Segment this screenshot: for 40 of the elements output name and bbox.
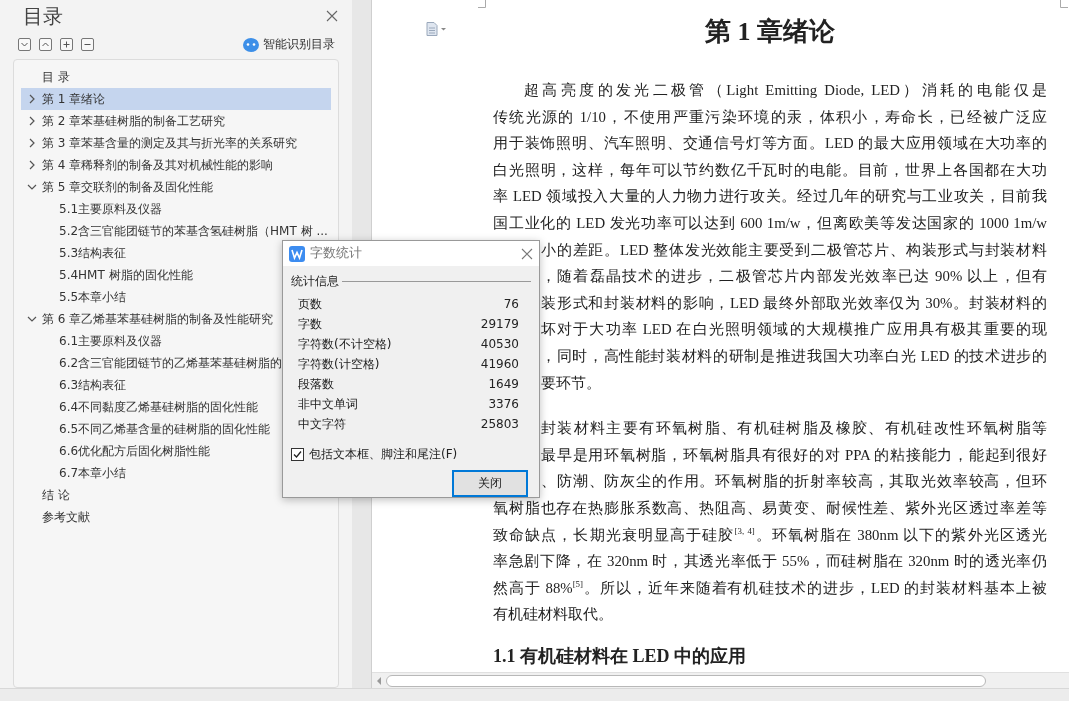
stat-label: 字符数(计空格) [298, 355, 380, 373]
stat-label: 非中文单词 [298, 395, 358, 413]
stat-value: 41960 [480, 357, 519, 371]
text-line: 要环节。 [541, 373, 602, 393]
section-heading: 1.1 有机硅材料在 LED 中的应用 [493, 644, 747, 668]
stat-label: 页数 [298, 295, 322, 313]
stat-value: 1649 [488, 377, 519, 391]
text-line: 传统光源的 1/10，不使用严重污染环境的汞，体积小，寿命长，已经被广泛应 [493, 107, 1047, 127]
text-line: 国工业化的 LED 发光功率可以达到 600 1m/w，但离欧美等发达国家的 1000 1m/w [493, 213, 1047, 233]
text-line: 装形式和封装材料的影响，LED 最终外部取光效率仅为 30%。封装材料的 [541, 293, 1047, 313]
text-line: 超高亮度的发光二极管（Light Emitting Diode, LED）消耗的电能仅是 [523, 81, 1047, 100]
text-line: 小的差距。LED 整体发光效能主要受到二极管芯片、构装形式与封装材料 [541, 240, 1047, 260]
checkbox-label: 包括文本框、脚注和尾注(F) [309, 446, 458, 463]
stat-value: 76 [503, 297, 519, 311]
text-line: 致命缺点，长期光衰明显高于硅胶$^{[3, 4]}$。环氧树脂在 380nm 以下的紫外光区透光 [493, 524, 1047, 545]
stat-label: 中文字符 [298, 415, 346, 433]
text-line: ，随着磊晶技术的进步，二极管芯片内部发光效率已达 90% 以上，但有 [541, 267, 1047, 287]
panel-title: 目录 [23, 2, 63, 30]
text-line: 、防潮、防灰尘的作用。环氧树脂的折射率较高，其取光效率较高，但环 [541, 472, 1047, 492]
text-line: 封装材料主要有环氧树脂、有机硅树脂及橡胶、有机硅改性环氧树脂等 [541, 419, 1047, 439]
text-line: 率急剧下降，在 320nm 时，其透光率低于 55%，而硅树脂在 320nm 时的透光率仍 [493, 552, 1047, 572]
text-line: 有机硅材料取代。 [493, 605, 614, 625]
chapter-title: 第 1 章绪论 [704, 16, 836, 48]
stat-label: 字符数(不计空格) [298, 335, 392, 353]
text-line: 坏对于大功率 LED 在白光照明领域的大规模推广应用具有极其重要的现 [541, 320, 1047, 340]
stat-value: 3376 [488, 397, 519, 411]
stat-value: 29179 [480, 317, 519, 331]
text-line: 最早是用环氧树脂，环氧树脂具有很好的对 PPA 的粘接能力，能起到很好 [541, 445, 1047, 465]
stat-label: 段落数 [298, 375, 334, 393]
stat-label: 字数 [298, 315, 322, 333]
text-line: 用于装饰照明、汽车照明、交通信号灯等方面。LED 的最大应用领域在大功率的 [493, 134, 1047, 154]
text-line: 白光照明，这样，每年可以节约数亿千瓦时的电能。目前，世界上各国都在大功 [493, 160, 1047, 180]
text-line: 氧树脂也存在热膨胀系数高、热阻高、易黄变、耐候性差、紫外光区透过率差等 [493, 498, 1047, 518]
text-line: ，同时，高性能封装材料的研制是推进我国大功率白光 LED 的技术进步的 [541, 346, 1047, 366]
group-label: 统计信息 [291, 273, 339, 290]
dialog-title: 字数统计 [310, 245, 362, 262]
text-line: 然高于 88%$^{[5]}$。所以，近年来随着有机硅技术的进步，LED 的封装材料基本上被 [493, 577, 1047, 598]
stat-value: 25803 [480, 417, 519, 431]
stat-value: 40530 [480, 337, 519, 351]
text-line: 率 LED 领域投入大量的人力物力进行攻关。经过几年的研究与工业攻关，目前我 [493, 187, 1047, 207]
